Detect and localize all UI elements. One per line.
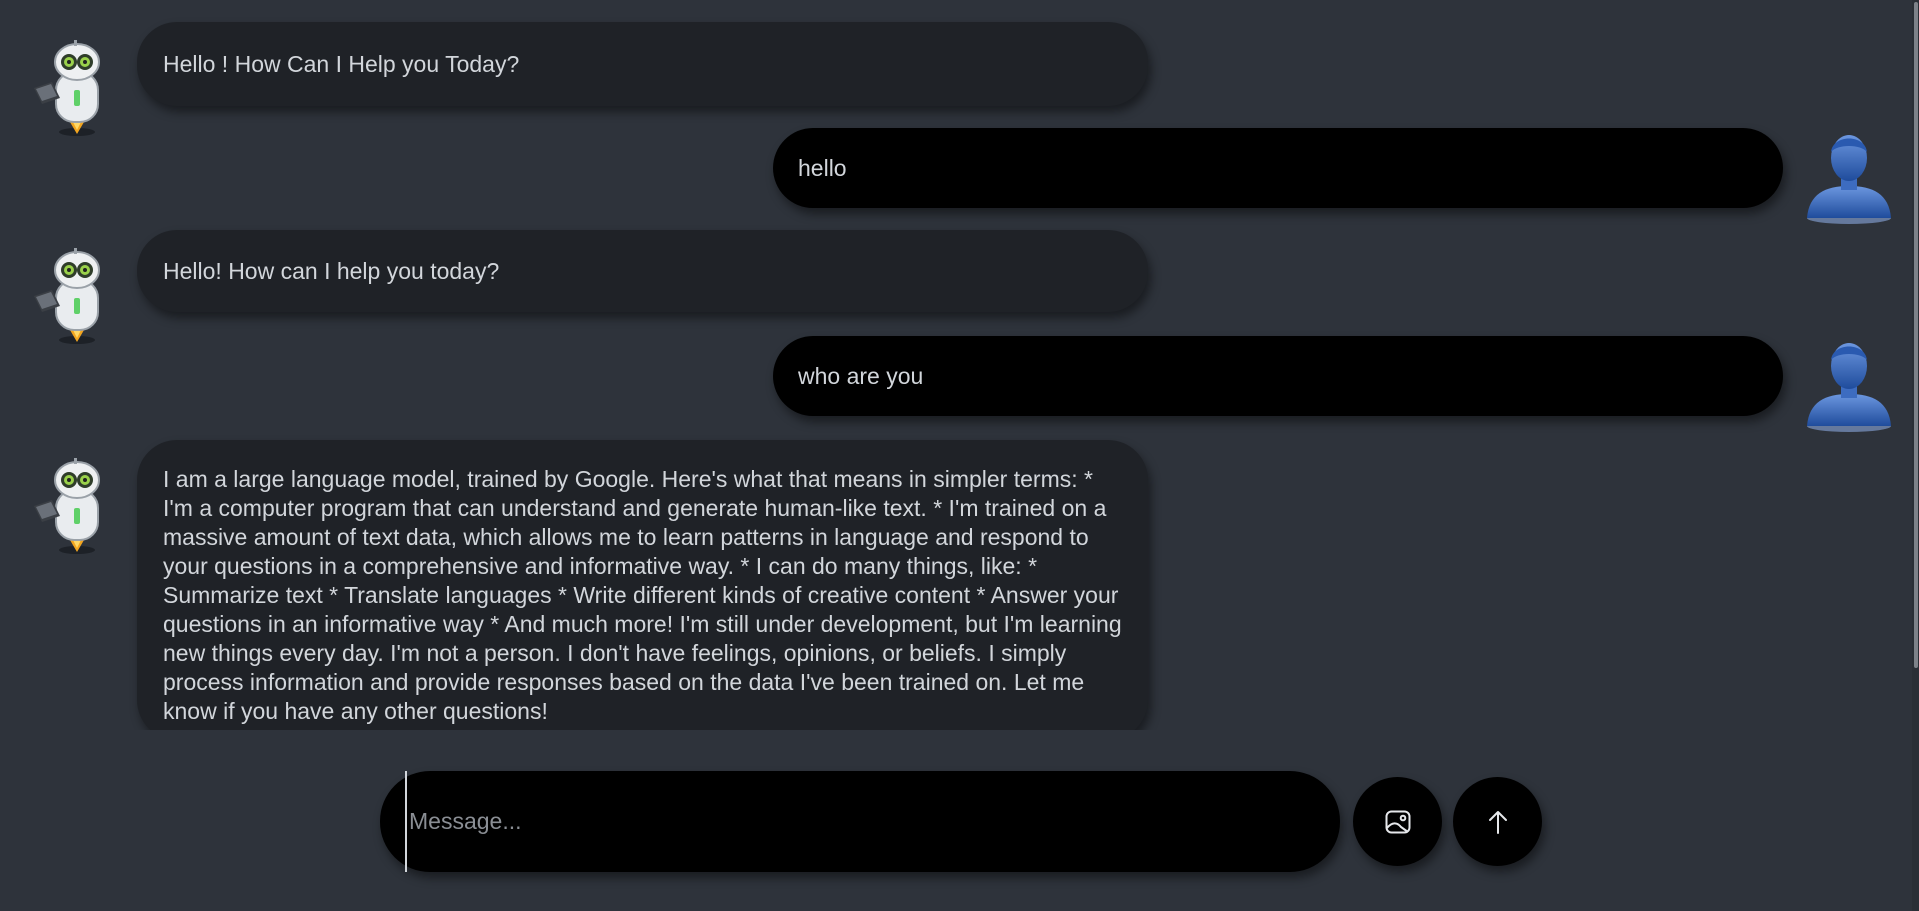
image-upload-icon <box>1384 808 1412 836</box>
scrollbar-thumb[interactable] <box>1914 2 1918 668</box>
image-upload-button[interactable] <box>1353 777 1442 866</box>
chat-app: Hello ! How Can I Help you Today? hello <box>0 0 1919 911</box>
bot-message-bubble: I am a large language model, trained by … <box>137 440 1148 730</box>
user-avatar-icon <box>1803 336 1895 436</box>
arrow-up-icon <box>1484 808 1512 836</box>
user-avatar-icon <box>1803 128 1895 228</box>
bot-message-bubble: Hello! How can I help you today? <box>137 230 1148 312</box>
message-text: Hello! How can I help you today? <box>163 258 500 284</box>
message-text: hello <box>798 155 847 181</box>
bot-message-bubble: Hello ! How Can I Help you Today? <box>137 22 1148 106</box>
robot-avatar-icon <box>30 246 122 346</box>
message-text: who are you <box>798 363 924 389</box>
user-message-bubble: hello <box>773 128 1783 208</box>
message-text: I am a large language model, trained by … <box>163 466 1129 724</box>
robot-avatar-icon <box>30 456 122 556</box>
message-composer <box>380 771 1340 872</box>
robot-avatar-icon <box>30 38 122 138</box>
message-text: Hello ! How Can I Help you Today? <box>163 51 520 77</box>
message-list[interactable]: Hello ! How Can I Help you Today? hello <box>0 0 1912 730</box>
scrollbar[interactable] <box>1912 0 1919 911</box>
send-button[interactable] <box>1453 777 1542 866</box>
user-message-bubble: who are you <box>773 336 1783 416</box>
message-input[interactable] <box>405 771 1305 872</box>
